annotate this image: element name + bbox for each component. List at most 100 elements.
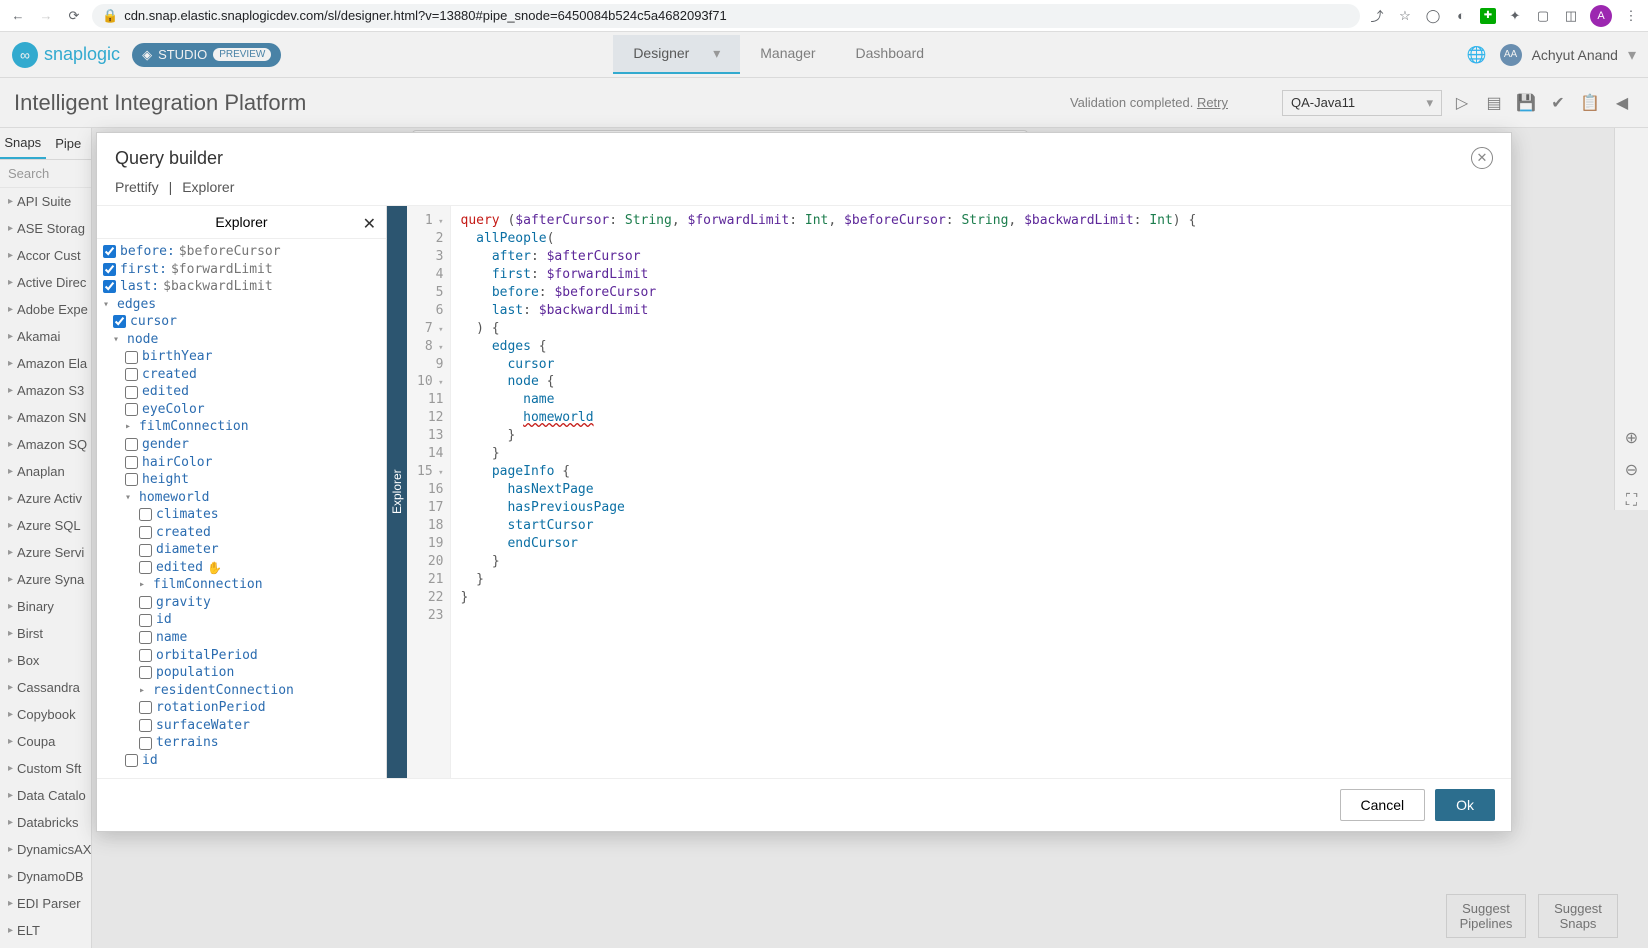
tree-node[interactable]: ▾node: [103, 331, 380, 349]
notes-icon[interactable]: 📋: [1578, 91, 1602, 115]
suggest-snaps-button[interactable]: Suggest Snaps: [1538, 894, 1618, 938]
play-icon[interactable]: ▷: [1450, 91, 1474, 115]
connector-item[interactable]: Anaplan: [0, 458, 91, 485]
close-icon[interactable]: ✕: [1471, 147, 1493, 169]
connector-item[interactable]: Coupa: [0, 728, 91, 755]
sheet-icon[interactable]: ▤: [1482, 91, 1506, 115]
fit-icon[interactable]: ⛶: [1626, 492, 1637, 510]
ext2-icon[interactable]: ◐: [1452, 7, 1470, 25]
tab-manager[interactable]: Manager: [740, 35, 835, 74]
connector-item[interactable]: Adobe Expe: [0, 296, 91, 323]
zoom-out-icon[interactable]: ⊖: [1625, 460, 1638, 480]
kebab-icon[interactable]: ⋮: [1622, 7, 1640, 25]
tree-field-birthYear[interactable]: birthYear: [103, 348, 380, 366]
connector-item[interactable]: Azure Servi: [0, 539, 91, 566]
tree-cursor[interactable]: cursor: [103, 313, 380, 331]
connector-item[interactable]: DynamicsAXKerberos: [0, 836, 91, 863]
back-icon[interactable]: ←: [8, 6, 28, 26]
tree-field-gravity[interactable]: gravity: [103, 594, 380, 612]
puzzle-icon[interactable]: ✦: [1506, 7, 1524, 25]
explorer-close-icon[interactable]: ✕: [363, 214, 376, 234]
connector-item[interactable]: Box: [0, 647, 91, 674]
mini-tab-pipe[interactable]: Pipe: [46, 128, 92, 159]
tree-field-orbitalPeriod[interactable]: orbitalPeriod: [103, 647, 380, 665]
tree-homeworld[interactable]: ▾homeworld: [103, 489, 380, 507]
user-chevron-icon[interactable]: [1628, 45, 1636, 65]
forward-icon[interactable]: →: [36, 6, 56, 26]
ok-button[interactable]: Ok: [1435, 789, 1495, 821]
tree-field-edited[interactable]: edited: [103, 383, 380, 401]
tree-field-hairColor[interactable]: hairColor: [103, 454, 380, 472]
ext3-icon[interactable]: ✚: [1480, 8, 1496, 24]
explorer-vertical-tab[interactable]: Explorer: [387, 206, 407, 778]
connector-list[interactable]: API SuiteASE StoragAccor CustActive Dire…: [0, 188, 91, 946]
tree-field-rotationPeriod[interactable]: rotationPeriod: [103, 699, 380, 717]
globe-icon[interactable]: 🌐: [1464, 42, 1490, 68]
tab-designer[interactable]: Designer: [613, 35, 740, 74]
connector-item[interactable]: Data Catalo: [0, 782, 91, 809]
connector-item[interactable]: Amazon S3: [0, 377, 91, 404]
code-content[interactable]: query ($afterCursor: String, $forwardLim…: [451, 206, 1207, 778]
tree-residentconnection[interactable]: ▸residentConnection: [103, 682, 380, 700]
studio-pill[interactable]: ◈ STUDIO PREVIEW: [132, 43, 281, 67]
connector-item[interactable]: Amazon SN: [0, 404, 91, 431]
tree-edges[interactable]: ▾edges: [103, 296, 380, 314]
reload-icon[interactable]: ⟳: [64, 6, 84, 26]
connector-item[interactable]: Cassandra: [0, 674, 91, 701]
logo[interactable]: ∞ snaplogic: [12, 42, 120, 68]
explorer-link[interactable]: Explorer: [182, 179, 234, 195]
tree-field-eyeColor[interactable]: eyeColor: [103, 401, 380, 419]
env-select[interactable]: QA-Java11: [1282, 90, 1442, 116]
tree-field-diameter[interactable]: diameter: [103, 541, 380, 559]
tree-field-surfaceWater[interactable]: surfaceWater: [103, 717, 380, 735]
tree-field-climates[interactable]: climates: [103, 506, 380, 524]
save-icon[interactable]: 💾: [1514, 91, 1538, 115]
tree-field-created[interactable]: created: [103, 524, 380, 542]
tree-field-name[interactable]: name: [103, 629, 380, 647]
ext1-icon[interactable]: ◯: [1424, 7, 1442, 25]
connector-item[interactable]: Azure Syna: [0, 566, 91, 593]
tree-field-population[interactable]: population: [103, 664, 380, 682]
tree-filmconnection[interactable]: ▸filmConnection: [103, 418, 380, 436]
connector-item[interactable]: ELT: [0, 917, 91, 944]
tab-dashboard[interactable]: Dashboard: [836, 35, 945, 74]
user-avatar[interactable]: AA: [1500, 44, 1522, 66]
cancel-button[interactable]: Cancel: [1340, 789, 1426, 821]
connector-item[interactable]: Accor Cust: [0, 242, 91, 269]
tree-field-height[interactable]: height: [103, 471, 380, 489]
cast-icon[interactable]: ▢: [1534, 7, 1552, 25]
collapse-icon[interactable]: ◀: [1610, 91, 1634, 115]
connector-item[interactable]: Custom Sft: [0, 755, 91, 782]
tree-id[interactable]: id: [103, 752, 380, 770]
connector-item[interactable]: Databricks: [0, 809, 91, 836]
tree-field-terrains[interactable]: terrains: [103, 734, 380, 752]
tree-field-gender[interactable]: gender: [103, 436, 380, 454]
tree-field-id[interactable]: id: [103, 611, 380, 629]
prettify-link[interactable]: Prettify: [115, 179, 159, 195]
connector-item[interactable]: Active Direc: [0, 269, 91, 296]
search-input[interactable]: Search: [0, 160, 91, 188]
connector-item[interactable]: Amazon Ela: [0, 350, 91, 377]
connector-item[interactable]: Akamai: [0, 323, 91, 350]
tree-arg-last[interactable]: last: $backwardLimit: [103, 278, 380, 296]
connector-item[interactable]: Copybook: [0, 701, 91, 728]
retry-link[interactable]: Retry: [1197, 95, 1228, 110]
tree-arg-first[interactable]: first: $forwardLimit: [103, 261, 380, 279]
connector-item[interactable]: API Suite: [0, 188, 91, 215]
star-icon[interactable]: ☆: [1396, 7, 1414, 25]
share-icon[interactable]: ⤴: [1368, 7, 1386, 25]
tree-field-created[interactable]: created: [103, 366, 380, 384]
zoom-in-icon[interactable]: ⊕: [1625, 428, 1638, 448]
connector-item[interactable]: Amazon SQ: [0, 431, 91, 458]
connector-item[interactable]: Birst: [0, 620, 91, 647]
tree-hw-filmconnection[interactable]: ▸filmConnection: [103, 576, 380, 594]
url-bar[interactable]: 🔒 cdn.snap.elastic.snaplogicdev.com/sl/d…: [92, 4, 1360, 28]
profile-avatar[interactable]: A: [1590, 5, 1612, 27]
connector-item[interactable]: Azure SQL: [0, 512, 91, 539]
field-tree[interactable]: before: $beforeCursor first: $forwardLim…: [97, 239, 386, 778]
mini-tab-snaps[interactable]: Snaps: [0, 128, 46, 159]
connector-item[interactable]: DynamoDB: [0, 863, 91, 890]
connector-item[interactable]: ASE Storag: [0, 215, 91, 242]
connector-item[interactable]: Azure Activ: [0, 485, 91, 512]
connector-item[interactable]: Binary: [0, 593, 91, 620]
